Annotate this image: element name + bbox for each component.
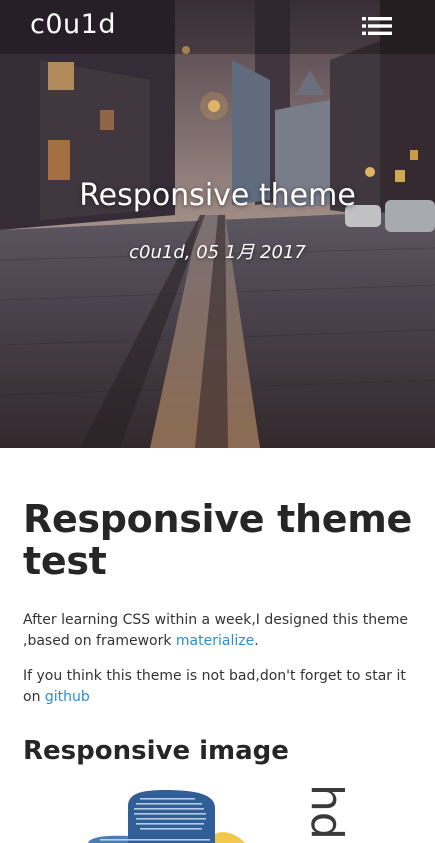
responsive-image: hd (0, 780, 435, 843)
materialize-link[interactable]: materialize (176, 633, 254, 649)
hero-background-image (0, 0, 435, 448)
hero-author-date: c0u1d, 05 1月 2017 (129, 242, 306, 263)
section-title-responsive-image: Responsive image (23, 736, 289, 766)
intro-paragraph: After learning CSS within a week,I desig… (23, 610, 415, 652)
top-navbar: c0u1d (0, 0, 435, 54)
post-title: Responsive theme test (23, 497, 412, 583)
word-cloud-image (88, 790, 245, 843)
hero-banner: c0u1d Responsive theme c0u1d, 05 1月 2017 (0, 0, 435, 448)
hero-title: Responsive theme (79, 178, 356, 213)
intro-suffix: . (254, 633, 259, 649)
star-paragraph: If you think this theme is not bad,don't… (23, 666, 415, 708)
rotated-side-text-label: hd (301, 784, 352, 840)
github-link[interactable]: github (45, 689, 90, 705)
site-brand-link[interactable]: c0u1d (30, 9, 116, 40)
list-menu-icon[interactable] (362, 16, 392, 36)
post-content: Responsive theme test After learning CSS… (23, 498, 415, 766)
